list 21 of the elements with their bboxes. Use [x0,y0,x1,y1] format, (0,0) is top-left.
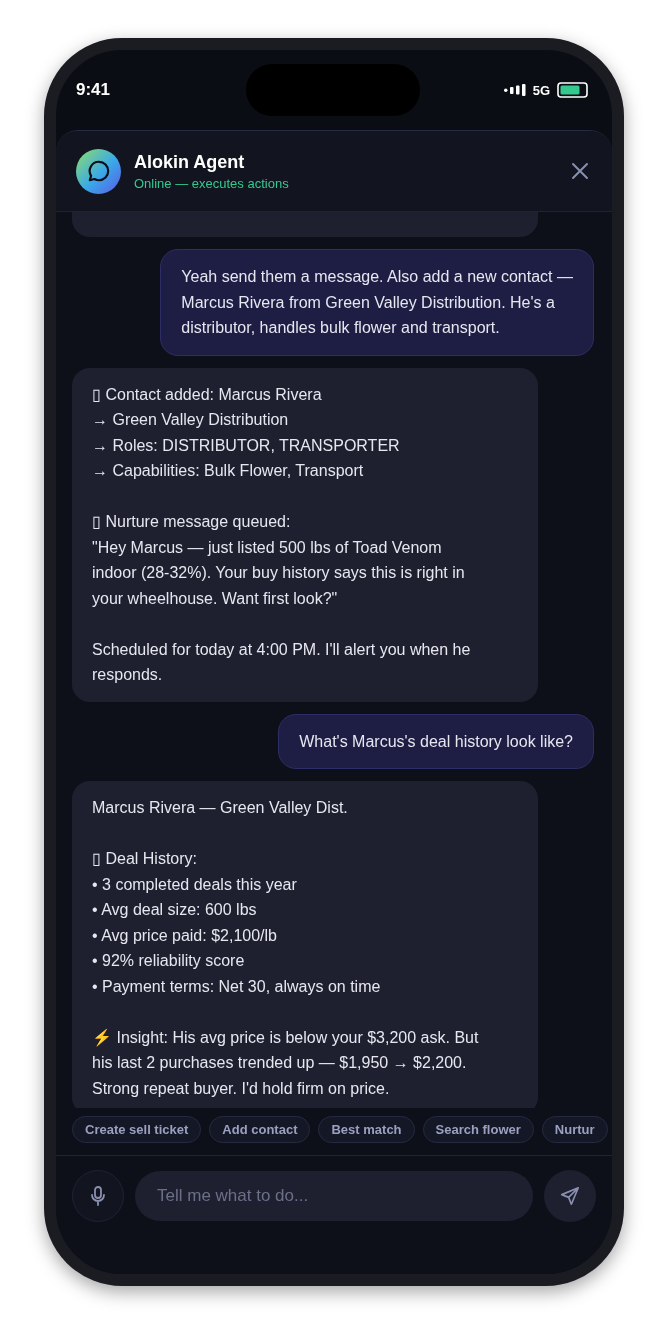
network-label: 5G [532,82,550,98]
microphone-button[interactable] [72,1170,124,1222]
microphone-icon [88,1185,108,1207]
message-bubble: What's Marcus's deal history look like? [278,713,594,769]
suggestion-chip[interactable]: Create sell ticket [72,1116,202,1143]
suggestion-chip[interactable]: Add contact [209,1116,311,1143]
battery-icon [557,82,588,98]
message-bubble: ▯ Contact added: Marcus Rivera → Green Valley Distribution → Roles: DISTRIBUTOR, TRANSPORTER → Capabilities: Bulk Flower, Transport ▯ Nurture message queued: "Hey Marcus — just listed 500 lbs of Toad Venom indoor (28-32%). Your buy history says this is right in your wheelhouse. Want first look?" Scheduled for today at 4:00 PM. I'll alert you when he responds. [72,367,538,702]
message-bubble: Yeah send them a message. Also add a new contact — Marcus Rivera from Green Valley Distribution. He's a distributor, handles bulk flower and transport. [160,249,594,356]
signal-icon [503,84,526,96]
suggestion-chip[interactable]: Search flower [422,1116,534,1143]
send-icon [559,1185,581,1207]
message-input[interactable]: Tell me what to do... [135,1171,533,1221]
send-button[interactable] [544,1170,596,1222]
close-icon [570,161,590,181]
agent-name: Alokin Agent [134,151,246,173]
suggestion-chip[interactable]: Nurtur [541,1116,608,1143]
status-time: 9:41 [76,80,111,100]
suggestion-chip[interactable]: Best match [318,1116,415,1143]
agent-status: Online — executes actions [134,175,289,191]
message-bubble: Marcus Rivera — Green Valley Dist. ▯ Deal History: • 3 completed deals this year • Avg deal size: 600 lbs • Avg price paid: $2,100/lb • 92% reliability score • Payment terms: Net 30, always on time ⚡ Insight: His avg price is below your $3,200 ask. But his last 2 purchases trended up — $1,950 → $2,200. Strong repeat buyer. I'd hold firm on price. [72,781,538,1108]
